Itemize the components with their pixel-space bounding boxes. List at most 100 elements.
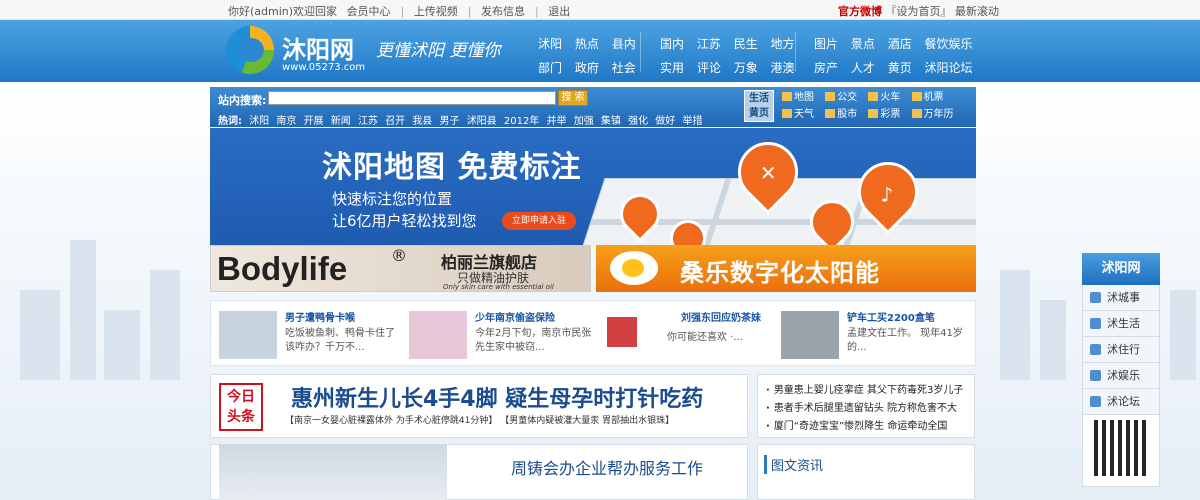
floatbar-item-travel[interactable]: 沭住行 bbox=[1082, 337, 1160, 363]
official-weibo-link[interactable]: 官方微博 bbox=[838, 5, 882, 18]
nav-link[interactable]: 江苏 bbox=[697, 37, 721, 51]
related-link[interactable]: 【南京一女婴心脏裸露体外 为手术心脏停跳41分钟】 bbox=[285, 416, 497, 426]
site-url: www.05273.com bbox=[282, 62, 366, 73]
list-item[interactable]: 厦门“奇迹宝宝”惨烈降生 命运牵动全国 bbox=[766, 417, 948, 432]
hot-word-link[interactable]: 男子 bbox=[440, 116, 460, 127]
search-bar: 站内搜索: 搜 索 热词: 沭阳 南京 开展 新闻 江苏 召开 我县 男子 沭阳… bbox=[210, 87, 976, 127]
hot-word-link[interactable]: 沭阳 bbox=[249, 116, 269, 127]
feature-title[interactable]: 周铸会办企业帮办服务工作 bbox=[511, 455, 703, 479]
bodylife-ad[interactable]: Bodylife ® 柏丽兰旗舰店 只做精油护肤 Only skin care … bbox=[210, 245, 591, 292]
hot-word-link[interactable]: 集镇 bbox=[601, 116, 621, 127]
floatbar-item-life[interactable]: 沭生活 bbox=[1082, 311, 1160, 337]
news-card[interactable]: 少年南京偷盗保险 今年2月下旬，南京市民张先生家中被窃... bbox=[409, 307, 595, 363]
hot-word-link[interactable]: 召开 bbox=[385, 116, 405, 127]
hot-word-link[interactable]: 并举 bbox=[547, 116, 567, 127]
hot-word-link[interactable]: 做好 bbox=[655, 116, 675, 127]
member-center-link[interactable]: 会员中心 bbox=[347, 5, 391, 18]
nav-link[interactable]: 县内 bbox=[612, 37, 636, 51]
nav-link[interactable]: 景点 bbox=[851, 37, 875, 51]
nav-link[interactable]: 部门 bbox=[538, 61, 562, 75]
logout-link[interactable]: 退出 bbox=[548, 5, 570, 18]
news-title[interactable]: 男子遭鸭骨卡喉 bbox=[285, 309, 355, 324]
hot-word-link[interactable]: 江苏 bbox=[358, 116, 378, 127]
nav-link[interactable]: 社会 bbox=[612, 61, 636, 75]
map-promo-banner[interactable]: ✕ ♪ 沭阳地图 免费标注 快速标注您的位置 让6亿用户轻松找到您 立即申请入驻 bbox=[210, 128, 976, 245]
banner-title: 沭阳地图 免费标注 bbox=[322, 150, 582, 185]
hot-word-link[interactable]: 南京 bbox=[276, 116, 296, 127]
nav-link[interactable]: 黄页 bbox=[888, 61, 912, 75]
map-icon bbox=[782, 92, 792, 101]
news-title[interactable]: 少年南京偷盗保险 bbox=[475, 309, 555, 324]
nav-link[interactable]: 房产 bbox=[814, 61, 838, 75]
nav-link[interactable]: 国内 bbox=[660, 37, 684, 51]
nav-link[interactable]: 港澳 bbox=[771, 61, 795, 75]
banner-subtitle: 让6亿用户轻松找到您 bbox=[332, 212, 477, 230]
search-input[interactable] bbox=[268, 91, 556, 105]
life-link-calendar[interactable]: 万年历 bbox=[911, 109, 954, 120]
life-link-train[interactable]: 火车 bbox=[868, 92, 900, 103]
photo-news-heading[interactable]: 图文资讯 bbox=[764, 455, 823, 474]
floatbar-item-city[interactable]: 沭城事 bbox=[1082, 285, 1160, 311]
nav-link[interactable]: 餐饮娱乐 bbox=[925, 37, 973, 51]
news-thumbnail bbox=[607, 317, 637, 347]
news-card[interactable]: 铲车工买2200盒笔 孟建文在工作。 现年41岁的... bbox=[781, 307, 967, 363]
floatbar-item-entertainment[interactable]: 沭娱乐 bbox=[1082, 363, 1160, 389]
headline-title[interactable]: 惠州新生儿长4手4脚 疑生母孕时打针吃药 bbox=[291, 381, 703, 413]
feature-thumbnail[interactable] bbox=[219, 445, 447, 500]
life-link-map[interactable]: 地图 bbox=[782, 92, 814, 103]
set-home-link[interactable]: 『设为首页』 bbox=[886, 5, 952, 18]
list-item[interactable]: 患者手术后腿里遗留钻头 院方称危害不大 bbox=[766, 399, 957, 414]
nav-link[interactable]: 评论 bbox=[697, 61, 721, 75]
nav-link[interactable]: 实用 bbox=[660, 61, 684, 75]
registered-mark: ® bbox=[391, 246, 407, 265]
apply-now-button[interactable]: 立即申请入驻 bbox=[502, 212, 576, 230]
news-thumbnail bbox=[219, 311, 277, 359]
nav-link[interactable]: 图片 bbox=[814, 37, 838, 51]
floating-sidebar: 沭阳网 沭城事 沭生活 沭住行 沭娱乐 沭论坛 bbox=[1082, 253, 1160, 500]
related-link[interactable]: 【男童体内疑被灌大量汞 胃部抽出水银珠】 bbox=[500, 416, 674, 426]
hot-word-link[interactable]: 我县 bbox=[412, 116, 432, 127]
site-name[interactable]: 沐阳网 bbox=[282, 30, 354, 65]
life-link-stock[interactable]: 股市 bbox=[825, 109, 857, 120]
ad-text: 桑乐数字化太阳能 bbox=[680, 259, 880, 287]
sangle-solar-ad[interactable]: 桑乐数字化太阳能 bbox=[596, 245, 976, 292]
life-link-lottery[interactable]: 彩票 bbox=[868, 109, 900, 120]
nav-link[interactable]: 热点 bbox=[575, 37, 599, 51]
search-button[interactable]: 搜 索 bbox=[558, 90, 588, 106]
news-card[interactable]: 刘强东回应奶茶妹 你可能还喜欢 ·... bbox=[607, 307, 793, 363]
clock-icon bbox=[911, 109, 922, 118]
hot-word-link[interactable]: 强化 bbox=[628, 116, 648, 127]
nav-link[interactable]: 酒店 bbox=[888, 37, 912, 51]
nav-link[interactable]: 万象 bbox=[734, 61, 758, 75]
life-yellowpages-badge[interactable]: 生活黄页 bbox=[744, 90, 774, 122]
chart-icon bbox=[1090, 344, 1101, 355]
hot-word-link[interactable]: 加强 bbox=[574, 116, 594, 127]
hot-word-link[interactable]: 开展 bbox=[304, 116, 324, 127]
post-info-link[interactable]: 发布信息 bbox=[481, 5, 525, 18]
news-desc: 吃饭被鱼刺、鸭骨卡住了该咋办？千万不... bbox=[285, 328, 395, 353]
greeting-link[interactable]: 你好(admin)欢迎回家 bbox=[228, 5, 337, 18]
latest-scroll-link[interactable]: 最新滚动 bbox=[955, 5, 999, 18]
life-link-weather[interactable]: 天气 bbox=[782, 109, 814, 120]
news-card[interactable]: 男子遭鸭骨卡喉 吃饭被鱼刺、鸭骨卡住了该咋办？千万不... bbox=[219, 307, 405, 363]
hot-word-link[interactable]: 新闻 bbox=[331, 116, 351, 127]
life-link-flight[interactable]: 机票 bbox=[911, 92, 944, 103]
nav-link[interactable]: 民生 bbox=[734, 37, 758, 51]
nav-link[interactable]: 地方 bbox=[771, 37, 795, 51]
list-item[interactable]: 男童患上婴儿痉挛症 其父下药毒死3岁儿子 bbox=[766, 381, 964, 396]
top-headline: 今日头条 惠州新生儿长4手4脚 疑生母孕时打针吃药 【南京一女婴心脏裸露体外 为… bbox=[210, 374, 748, 438]
hot-word-link[interactable]: 2012年 bbox=[504, 116, 539, 127]
floatbar-item-forum[interactable]: 沭论坛 bbox=[1082, 389, 1160, 415]
news-title[interactable]: 刘强东回应奶茶妹 bbox=[681, 309, 761, 324]
nav-link[interactable]: 沭阳论坛 bbox=[925, 61, 973, 75]
floatbar-title[interactable]: 沭阳网 bbox=[1082, 253, 1160, 285]
hot-word-link[interactable]: 沭阳县 bbox=[467, 116, 497, 127]
nav-link[interactable]: 政府 bbox=[575, 61, 599, 75]
nav-link[interactable]: 人才 bbox=[851, 61, 875, 75]
news-title[interactable]: 铲车工买2200盒笔 bbox=[847, 309, 935, 324]
site-logo-icon[interactable] bbox=[226, 26, 274, 74]
life-link-bus[interactable]: 公交 bbox=[825, 92, 857, 103]
upload-video-link[interactable]: 上传视频 bbox=[414, 5, 458, 18]
hot-word-link[interactable]: 举措 bbox=[682, 116, 702, 127]
nav-link[interactable]: 沭阳 bbox=[538, 37, 562, 51]
